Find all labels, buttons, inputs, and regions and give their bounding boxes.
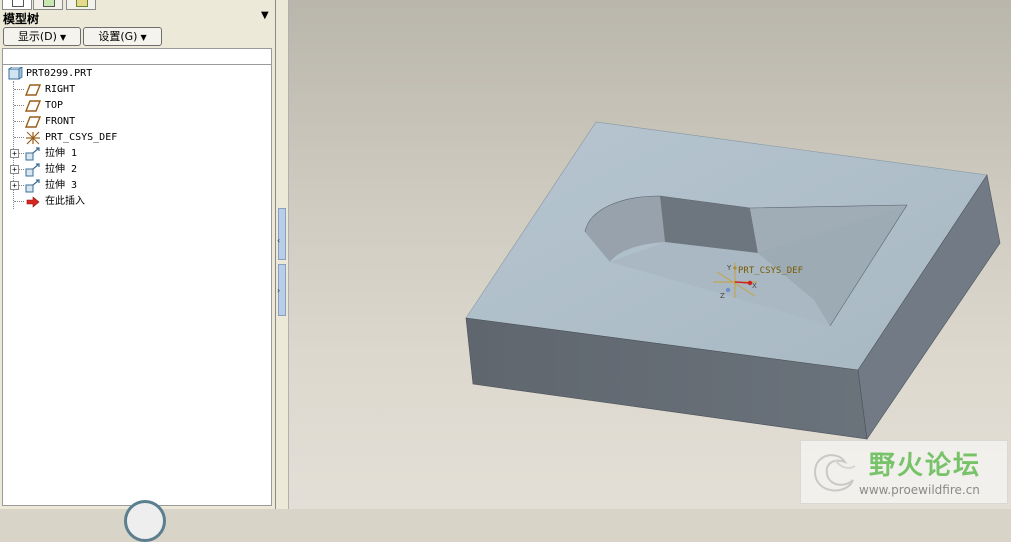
tree-item-insert-here[interactable]: 在此插入 xyxy=(25,194,225,210)
extrude-icon xyxy=(25,179,40,193)
tree-item-right[interactable]: RIGHT xyxy=(25,82,225,98)
extrude-icon xyxy=(25,147,40,161)
csys-label: PRT_CSYS_DEF xyxy=(738,266,804,276)
folder-browser-tab[interactable] xyxy=(33,0,63,10)
graphics-viewport[interactable]: Y X Z PRT_CSYS_DEF xyxy=(289,0,1011,509)
csys-axis-y: Y xyxy=(726,264,732,272)
tree-branch xyxy=(19,153,24,154)
csys-axis-z: Z xyxy=(720,292,725,300)
panel-splitter[interactable]: ‹ › xyxy=(276,0,289,509)
tree-branch xyxy=(14,105,24,106)
tree-item-extrude-2[interactable]: 拉伸 2 xyxy=(25,162,225,178)
tree-item-label: 在此插入 xyxy=(45,196,85,207)
settings-button-label: 设置(G) xyxy=(98,30,138,43)
model-tree-panel: 模型树 ▼ 显示(D)▼ 设置(G)▼ PRT0299.PRT RIGHT xyxy=(0,0,276,542)
tree-root-label: PRT0299.PRT xyxy=(26,68,93,79)
datum-plane-icon xyxy=(25,116,41,128)
insert-here-arrow-icon xyxy=(26,196,40,208)
expand-toggle-icon[interactable]: + xyxy=(10,149,19,158)
tree-item-csys[interactable]: PRT_CSYS_DEF xyxy=(25,130,225,146)
datum-plane-icon xyxy=(25,84,41,96)
chevron-down-icon: ▼ xyxy=(140,33,147,42)
display-button-label: 显示(D) xyxy=(17,30,57,43)
tree-item-label: PRT_CSYS_DEF xyxy=(45,132,118,143)
watermark-url: www.proewildfire.cn xyxy=(859,483,980,497)
chevron-down-icon: ▼ xyxy=(59,33,67,42)
datum-plane-icon xyxy=(25,100,41,112)
navigator-tabs xyxy=(0,0,275,10)
forum-watermark: 野火论坛 www.proewildfire.cn xyxy=(800,440,1008,504)
tree-branch xyxy=(14,89,24,90)
tree-item-label: 拉伸 1 xyxy=(45,148,78,159)
panel-title: 模型树 xyxy=(3,12,40,26)
tree-item-extrude-1[interactable]: 拉伸 1 xyxy=(25,146,225,162)
status-indicator-icon xyxy=(124,500,166,542)
expand-toggle-icon[interactable]: + xyxy=(10,181,19,190)
tree-item-front[interactable]: FRONT xyxy=(25,114,225,130)
model-tree-tab-icon xyxy=(12,0,24,7)
tree-branch xyxy=(14,121,24,122)
tree-branch xyxy=(14,137,24,138)
tree-branch xyxy=(19,169,24,170)
display-button[interactable]: 显示(D) ▼ xyxy=(3,27,81,46)
tree-item-label: 拉伸 2 xyxy=(45,164,78,175)
tree-item-label: FRONT xyxy=(45,116,76,127)
csys-axis-x: X xyxy=(752,282,757,290)
part-model[interactable]: Y X Z xyxy=(289,0,1011,509)
favorites-tab[interactable] xyxy=(66,0,96,10)
panel-menu-dropdown-icon[interactable]: ▼ xyxy=(261,10,269,21)
tree-branch xyxy=(14,201,24,202)
collapse-left-icon[interactable]: ‹ xyxy=(277,236,280,245)
model-tree-tab[interactable] xyxy=(2,0,32,10)
tree-root-item[interactable]: PRT0299.PRT xyxy=(7,66,207,82)
extrude-icon xyxy=(25,163,40,177)
favorites-tab-icon xyxy=(76,0,88,7)
tree-filter-bar[interactable] xyxy=(2,48,272,65)
settings-button[interactable]: 设置(G) ▼ xyxy=(83,27,162,46)
expand-right-icon[interactable]: › xyxy=(277,286,280,295)
folder-browser-tab-icon xyxy=(43,0,55,7)
csys-icon xyxy=(26,131,40,145)
watermark-logo-icon xyxy=(813,454,856,492)
tree-item-label: TOP xyxy=(45,100,64,111)
tree-item-top[interactable]: TOP xyxy=(25,98,225,114)
collapse-handle[interactable] xyxy=(278,208,286,260)
part-icon xyxy=(7,67,23,80)
tree-item-extrude-3[interactable]: 拉伸 3 xyxy=(25,178,225,194)
tree-branch xyxy=(19,185,24,186)
tree-item-label: RIGHT xyxy=(45,84,76,95)
watermark-title: 野火论坛 xyxy=(869,451,982,481)
model-tree: PRT0299.PRT RIGHT TOP FRONT PRT_CSYS_DEF… xyxy=(2,65,272,506)
tree-item-label: 拉伸 3 xyxy=(45,180,78,191)
expand-toggle-icon[interactable]: + xyxy=(10,165,19,174)
